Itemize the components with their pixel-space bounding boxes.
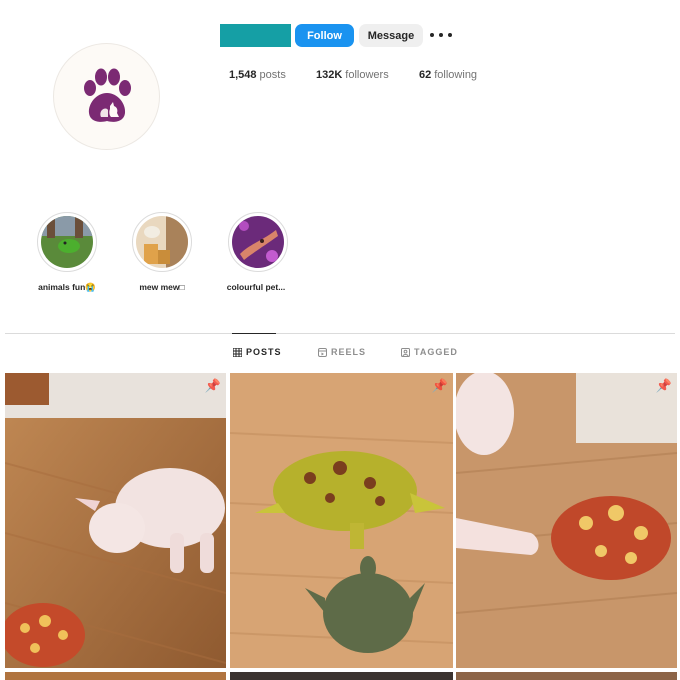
grid-icon bbox=[233, 347, 242, 357]
pinned-icon: 📌 bbox=[431, 378, 448, 393]
post-tile[interactable] bbox=[5, 672, 226, 680]
post-image bbox=[456, 373, 677, 668]
post-image bbox=[230, 373, 453, 668]
tabs-divider bbox=[5, 333, 675, 334]
reels-icon bbox=[318, 347, 327, 357]
profile-avatar[interactable] bbox=[53, 43, 160, 150]
tab-posts[interactable]: POSTS bbox=[233, 347, 282, 357]
post-image bbox=[5, 373, 226, 668]
post-tile[interactable] bbox=[456, 672, 677, 680]
post-tile[interactable]: 📌 bbox=[456, 373, 677, 668]
highlight-thumbnail bbox=[41, 216, 93, 268]
post-tile[interactable] bbox=[230, 672, 453, 680]
posts-count: 1,548 posts bbox=[229, 69, 286, 81]
highlight-label: colourful pet... bbox=[226, 282, 286, 292]
tab-tagged[interactable]: TAGGED bbox=[401, 347, 458, 357]
highlight-label: mew mew□ bbox=[139, 282, 185, 292]
highlight-thumbnail bbox=[232, 216, 284, 268]
highlight-colourful-pet[interactable] bbox=[228, 212, 288, 272]
follow-button[interactable]: Follow bbox=[295, 24, 354, 47]
highlight-thumbnail bbox=[136, 216, 188, 268]
message-button[interactable]: Message bbox=[359, 24, 423, 47]
highlight-mew-mew[interactable] bbox=[132, 212, 192, 272]
post-tile[interactable]: 📌 bbox=[5, 373, 226, 668]
following-count[interactable]: 62 following bbox=[419, 69, 477, 81]
highlight-label: animals fun😭 bbox=[38, 282, 96, 292]
post-tile[interactable]: 📌 bbox=[230, 373, 453, 668]
more-options-icon[interactable] bbox=[430, 26, 452, 44]
pinned-icon: 📌 bbox=[204, 378, 221, 393]
pinned-icon: 📌 bbox=[655, 378, 672, 393]
tab-reels[interactable]: REELS bbox=[318, 347, 366, 357]
paw-logo-icon bbox=[83, 68, 131, 122]
highlight-animals-fun[interactable] bbox=[37, 212, 97, 272]
username-redacted bbox=[220, 24, 291, 47]
active-tab-indicator bbox=[232, 333, 276, 334]
tagged-icon bbox=[401, 347, 410, 357]
followers-count[interactable]: 132K followers bbox=[316, 69, 389, 81]
